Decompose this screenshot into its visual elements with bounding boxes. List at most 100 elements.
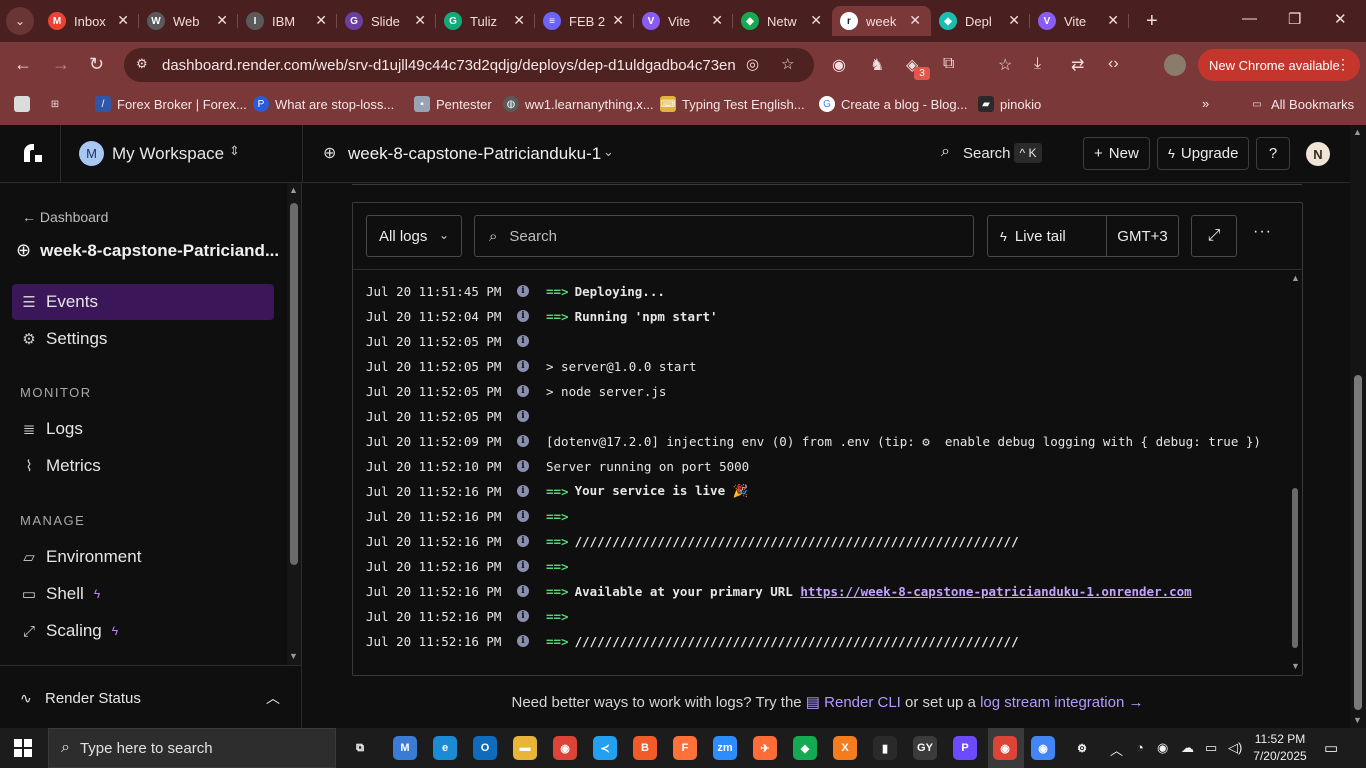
render-status-panel[interactable]: ∿ Render Status ︿	[0, 665, 302, 728]
expand-icon[interactable]: ⤢	[1191, 215, 1237, 257]
bookmark-typing[interactable]: ⌨ Typing Test English...	[660, 96, 805, 112]
extensions-puzzle-icon[interactable]: ⧉	[943, 55, 954, 73]
close-tab-icon[interactable]: ✕	[315, 12, 327, 29]
taskbar-search-input[interactable]: ⌕ Type here to search	[48, 728, 336, 768]
maximize-icon[interactable]: ❐	[1288, 10, 1301, 28]
log-search-input[interactable]: ⌕ Search	[474, 215, 974, 257]
volume-icon[interactable]: ◁)	[1228, 740, 1242, 756]
live-tail-button[interactable]: ϟ Live tail	[987, 215, 1107, 257]
scroll-down-icon[interactable]: ▼	[1353, 715, 1362, 725]
close-tab-icon[interactable]: ✕	[711, 12, 723, 29]
outlook-icon[interactable]: O	[473, 736, 497, 760]
close-tab-icon[interactable]: ✕	[612, 12, 624, 29]
close-tab-icon[interactable]: ✕	[117, 12, 129, 29]
user-avatar[interactable]: N	[1306, 142, 1330, 166]
more-bookmarks-icon[interactable]: »	[1202, 96, 1209, 111]
browser-tab[interactable]: G Tuliz ✕	[436, 6, 535, 36]
brave-icon[interactable]: B	[633, 736, 657, 760]
address-bar[interactable]: ⚙ dashboard.render.com/web/srv-d1ujll49c…	[124, 48, 814, 82]
help-icon[interactable]: ?	[1256, 137, 1290, 170]
proton-icon[interactable]: P	[953, 736, 977, 760]
bookmark-square[interactable]	[14, 96, 36, 112]
bookmark-pinokio[interactable]: ▰ pinokio	[978, 96, 1041, 112]
system-clock[interactable]: 11:52 PM 7/20/2025	[1250, 731, 1310, 765]
browser-tab[interactable]: r week ✕	[832, 6, 931, 36]
bookmark-blogger[interactable]: G Create a blog - Blog...	[819, 96, 967, 112]
log-level-select[interactable]: All logs ⌄	[366, 215, 462, 257]
xampp-icon[interactable]: X	[833, 736, 857, 760]
browser-tab[interactable]: G Slide ✕	[337, 6, 436, 36]
chevron-up-icon[interactable]: ︿	[266, 688, 280, 708]
profile-avatar[interactable]	[1164, 54, 1186, 76]
edge-icon[interactable]: e	[433, 736, 457, 760]
render-cli-link[interactable]: ▤ Render CLI	[806, 694, 901, 711]
terminal-icon[interactable]: ▮	[873, 736, 897, 760]
settings-gear-icon[interactable]: ⚙	[1070, 736, 1094, 760]
windows-start-icon[interactable]	[14, 739, 32, 757]
sidebar-item-environment[interactable]: ▱ Environment	[12, 539, 274, 575]
browser-tab[interactable]: W Web ✕	[139, 6, 238, 36]
close-tab-icon[interactable]: ✕	[810, 12, 822, 29]
gy-icon[interactable]: GY	[913, 736, 937, 760]
search-icon[interactable]: ⌕	[941, 143, 950, 161]
workspace-switcher[interactable]: My Workspace	[112, 144, 224, 164]
sidebar-item-metrics[interactable]: ⌇ Metrics	[12, 448, 274, 484]
sidebar-item-logs[interactable]: ≣ Logs	[12, 411, 274, 447]
chrome-active-icon[interactable]: ◉	[993, 736, 1017, 760]
back-icon[interactable]: ←	[14, 54, 32, 75]
chrome-icon[interactable]: ◉	[553, 736, 577, 760]
reading-list-icon[interactable]: ☆	[998, 55, 1012, 75]
browser-tab[interactable]: ≡ FEB 2 ✕	[535, 6, 634, 36]
global-search-button[interactable]: Search	[963, 145, 1011, 162]
back-to-dashboard-link[interactable]: ← Dashboard	[22, 209, 108, 225]
close-tab-icon[interactable]: ✕	[909, 12, 921, 29]
notification-icon[interactable]: ▭	[1324, 739, 1338, 757]
battery-icon[interactable]: ▭	[1205, 740, 1217, 756]
discord-extension-icon[interactable]: ◉	[832, 55, 846, 75]
sidebar-item-scaling[interactable]: ⤢ Scaling ϟ	[12, 613, 274, 649]
browser-tab[interactable]: V Vite ✕	[1030, 6, 1129, 36]
bookmark-apps[interactable]: ⊞	[47, 96, 69, 112]
forward-icon[interactable]: →	[52, 54, 70, 75]
site-info-icon[interactable]: ⚙	[136, 56, 154, 74]
scroll-up-icon[interactable]: ▲	[1353, 127, 1362, 137]
scroll-up-icon[interactable]: ▲	[1291, 273, 1300, 283]
browser-tab[interactable]: I IBM ✕	[238, 6, 337, 36]
timezone-select[interactable]: GMT+3	[1106, 215, 1179, 257]
chevron-updown-icon[interactable]: ⇕	[229, 143, 240, 159]
chrome-profile-icon[interactable]: ◉	[1031, 736, 1055, 760]
sidebar-scroll-thumb[interactable]	[290, 203, 298, 565]
cloud-icon[interactable]: ☁	[1181, 740, 1194, 756]
zoom-icon[interactable]: zm	[713, 736, 737, 760]
scroll-up-icon[interactable]: ▲	[289, 185, 298, 195]
bookmark-stoploss[interactable]: P What are stop-loss...	[253, 96, 394, 112]
vscode-icon[interactable]: ≺	[593, 736, 617, 760]
browser-tab[interactable]: ◆ Netw ✕	[733, 6, 832, 36]
bookmark-pentester[interactable]: ▪ Pentester	[414, 96, 492, 112]
mongodb-compass-icon[interactable]: ◆	[793, 736, 817, 760]
new-button[interactable]: + New	[1083, 137, 1150, 170]
bookmark-forex[interactable]: / Forex Broker | Forex...	[95, 96, 247, 112]
chevron-down-icon[interactable]: ⌄	[603, 144, 614, 160]
eye-off-icon[interactable]: ◎	[746, 55, 759, 73]
scroll-down-icon[interactable]: ▼	[1291, 661, 1300, 671]
more-options-icon[interactable]: ···	[1253, 223, 1272, 241]
bookmark-star-icon[interactable]: ☆	[781, 55, 794, 73]
workspace-avatar[interactable]: M	[79, 141, 104, 166]
close-tab-icon[interactable]: ✕	[513, 12, 525, 29]
all-bookmarks[interactable]: ▭ All Bookmarks	[1249, 96, 1354, 112]
sidebar-item-events[interactable]: ☰ Events	[12, 284, 274, 320]
close-window-icon[interactable]: ✕	[1334, 10, 1347, 28]
log-stream-link[interactable]: log stream integration →	[980, 694, 1143, 711]
reload-icon[interactable]: ↻	[89, 54, 104, 75]
browser-tab[interactable]: V Vite ✕	[634, 6, 733, 36]
sidebar-item-settings[interactable]: ⚙ Settings	[12, 321, 274, 357]
m365-icon[interactable]: M	[393, 736, 417, 760]
url-text[interactable]: dashboard.render.com/web/srv-d1ujll49c44…	[162, 57, 737, 74]
service-switcher[interactable]: week-8-capstone-Patricianduku-1	[348, 144, 601, 164]
close-tab-icon[interactable]: ✕	[414, 12, 426, 29]
browser-tab[interactable]: M Inbox ✕	[40, 6, 139, 36]
new-tab-icon[interactable]: +	[1146, 10, 1158, 33]
translate-icon[interactable]: ⇄	[1071, 55, 1084, 75]
close-tab-icon[interactable]: ✕	[216, 12, 228, 29]
